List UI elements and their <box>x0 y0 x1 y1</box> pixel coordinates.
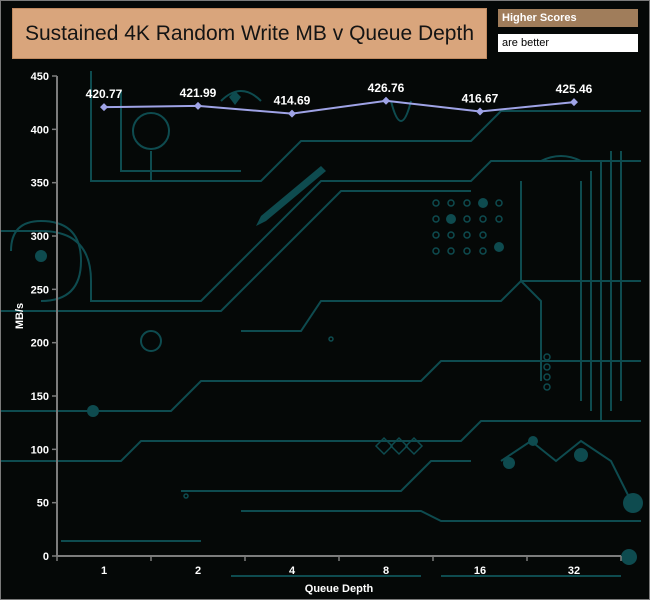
y-tick-label: 0 <box>43 551 49 563</box>
data-label: 425.46 <box>556 82 593 96</box>
y-axis-label: MB/s <box>14 303 26 329</box>
y-tick-label: 200 <box>31 338 49 350</box>
x-axis-ticks: 1 2 4 8 16 32 <box>56 556 622 577</box>
data-point-marker <box>382 96 390 105</box>
y-tick-label: 100 <box>31 444 49 456</box>
x-tick-label: 16 <box>474 565 486 577</box>
y-tick-label: 150 <box>31 391 49 403</box>
series-layer: 420.77 421.99 414.69 426.76 416.67 425.46 <box>86 81 593 118</box>
series-line <box>103 99 575 115</box>
y-tick-label: 300 <box>31 231 49 243</box>
x-tick-label: 1 <box>101 565 107 577</box>
x-tick-label: 8 <box>383 565 389 577</box>
data-point-marker <box>194 101 202 110</box>
y-tick-label: 400 <box>31 124 49 136</box>
x-tick-label: 32 <box>568 565 580 577</box>
line-chart: 0 50 100 150 200 250 300 350 400 450 1 2 4 8 16 32 MB/… <box>14 71 622 595</box>
x-tick-label: 4 <box>289 565 296 577</box>
y-tick-label: 350 <box>31 178 49 190</box>
data-point-marker <box>476 107 484 116</box>
x-tick-label: 2 <box>195 565 201 577</box>
data-label: 426.76 <box>368 81 405 95</box>
y-axis-ticks: 0 50 100 150 200 250 300 350 400 450 <box>31 71 57 563</box>
y-tick-label: 250 <box>31 284 49 296</box>
data-point-marker <box>288 109 296 118</box>
y-tick-label: 50 <box>37 498 49 510</box>
data-label: 420.77 <box>86 87 123 101</box>
data-label: 416.67 <box>462 92 499 106</box>
x-axis-label: Queue Depth <box>305 583 374 595</box>
data-label: 421.99 <box>180 86 217 100</box>
data-label: 414.69 <box>274 94 311 108</box>
data-point-marker <box>100 103 108 112</box>
chart-axes <box>56 76 621 557</box>
y-tick-label: 450 <box>31 71 49 83</box>
data-point-marker <box>570 98 578 107</box>
chart-frame: Sustained 4K Random Write MB v Queue Dep… <box>0 0 650 600</box>
